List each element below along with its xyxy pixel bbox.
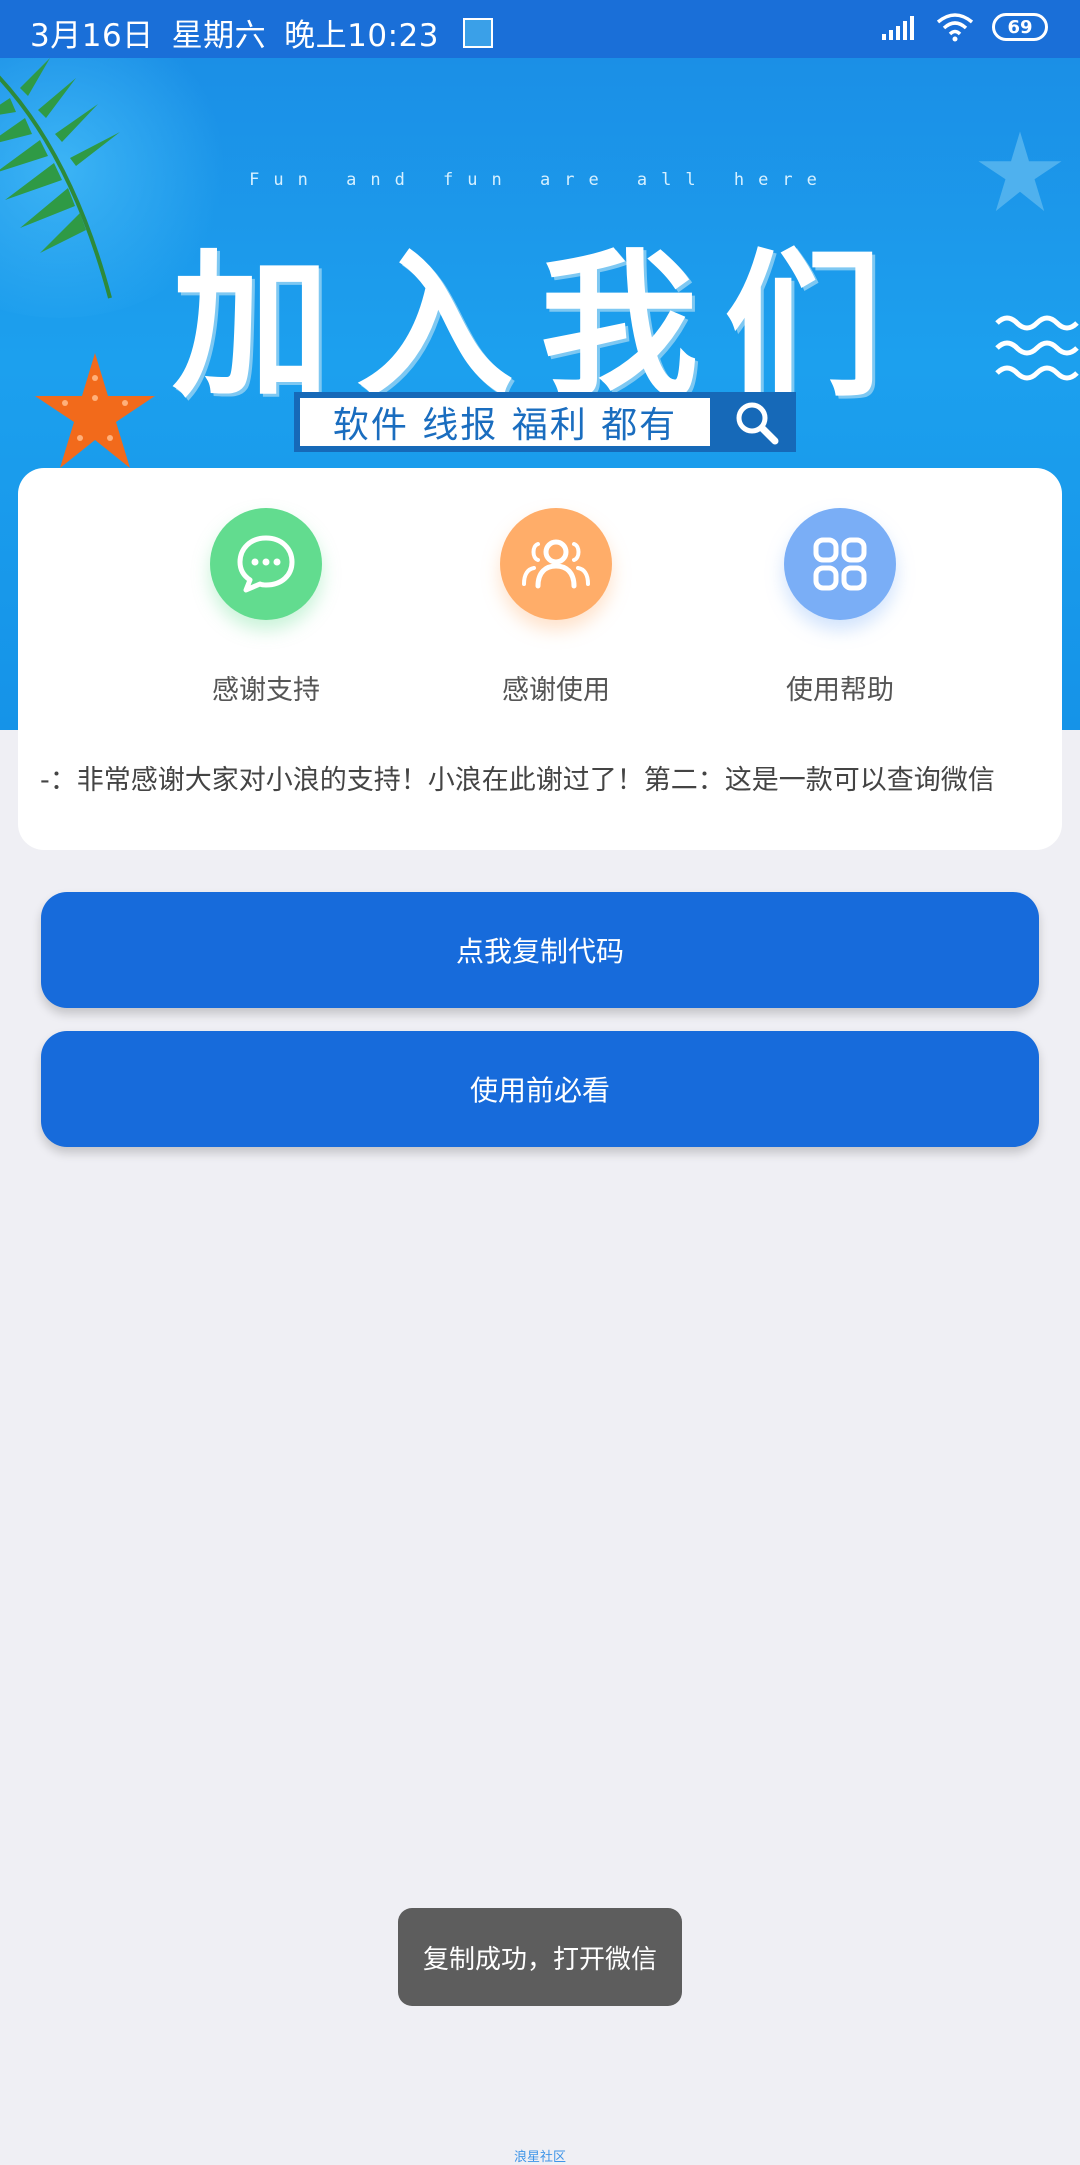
signal-icon bbox=[882, 16, 914, 40]
feature-label: 感谢使用 bbox=[502, 675, 610, 706]
wifi-icon bbox=[936, 13, 974, 42]
status-bar: 3月16日 星期六 晚上10:23 69 bbox=[0, 0, 1080, 58]
feature-help[interactable]: 使用帮助 bbox=[740, 508, 940, 707]
notification-app-icon bbox=[463, 17, 494, 48]
search-icon bbox=[716, 392, 796, 452]
copy-code-button[interactable]: 点我复制代码 bbox=[41, 892, 1039, 1008]
feature-label: 使用帮助 bbox=[786, 675, 894, 706]
battery-level: 69 bbox=[1007, 16, 1033, 38]
banner-search-text: 软件 线报 福利 都有 bbox=[300, 398, 710, 446]
must-read-button[interactable]: 使用前必看 bbox=[41, 1031, 1039, 1147]
footer-text: 浪星社区 bbox=[513, 2150, 566, 2165]
feature-label: 感谢支持 bbox=[212, 675, 320, 706]
feature-thanks-support[interactable]: 感谢支持 bbox=[166, 508, 366, 707]
users-icon bbox=[500, 508, 612, 620]
status-time: 晚上10:23 bbox=[284, 18, 440, 54]
status-date: 3月16日 bbox=[30, 18, 154, 54]
battery-indicator: 69 bbox=[992, 13, 1048, 41]
notice-marquee: -：非常感谢大家对小浪的支持！小浪在此谢过了！第二：这是一款可以查询微信 bbox=[40, 765, 995, 796]
banner-subtitle: Fun and fun are all here bbox=[249, 170, 831, 190]
toast-message: 复制成功，打开微信 bbox=[398, 1908, 682, 2006]
banner-search-box: 软件 线报 福利 都有 bbox=[294, 392, 796, 452]
grid-icon bbox=[784, 508, 896, 620]
status-weekday: 星期六 bbox=[171, 18, 267, 54]
chat-icon bbox=[210, 508, 322, 620]
feature-card: 感谢支持 感谢使用 使用帮助 -：非常感谢大家对小浪的支持！小浪在此谢过了！第二… bbox=[18, 468, 1062, 850]
feature-thanks-use[interactable]: 感谢使用 bbox=[456, 508, 656, 707]
